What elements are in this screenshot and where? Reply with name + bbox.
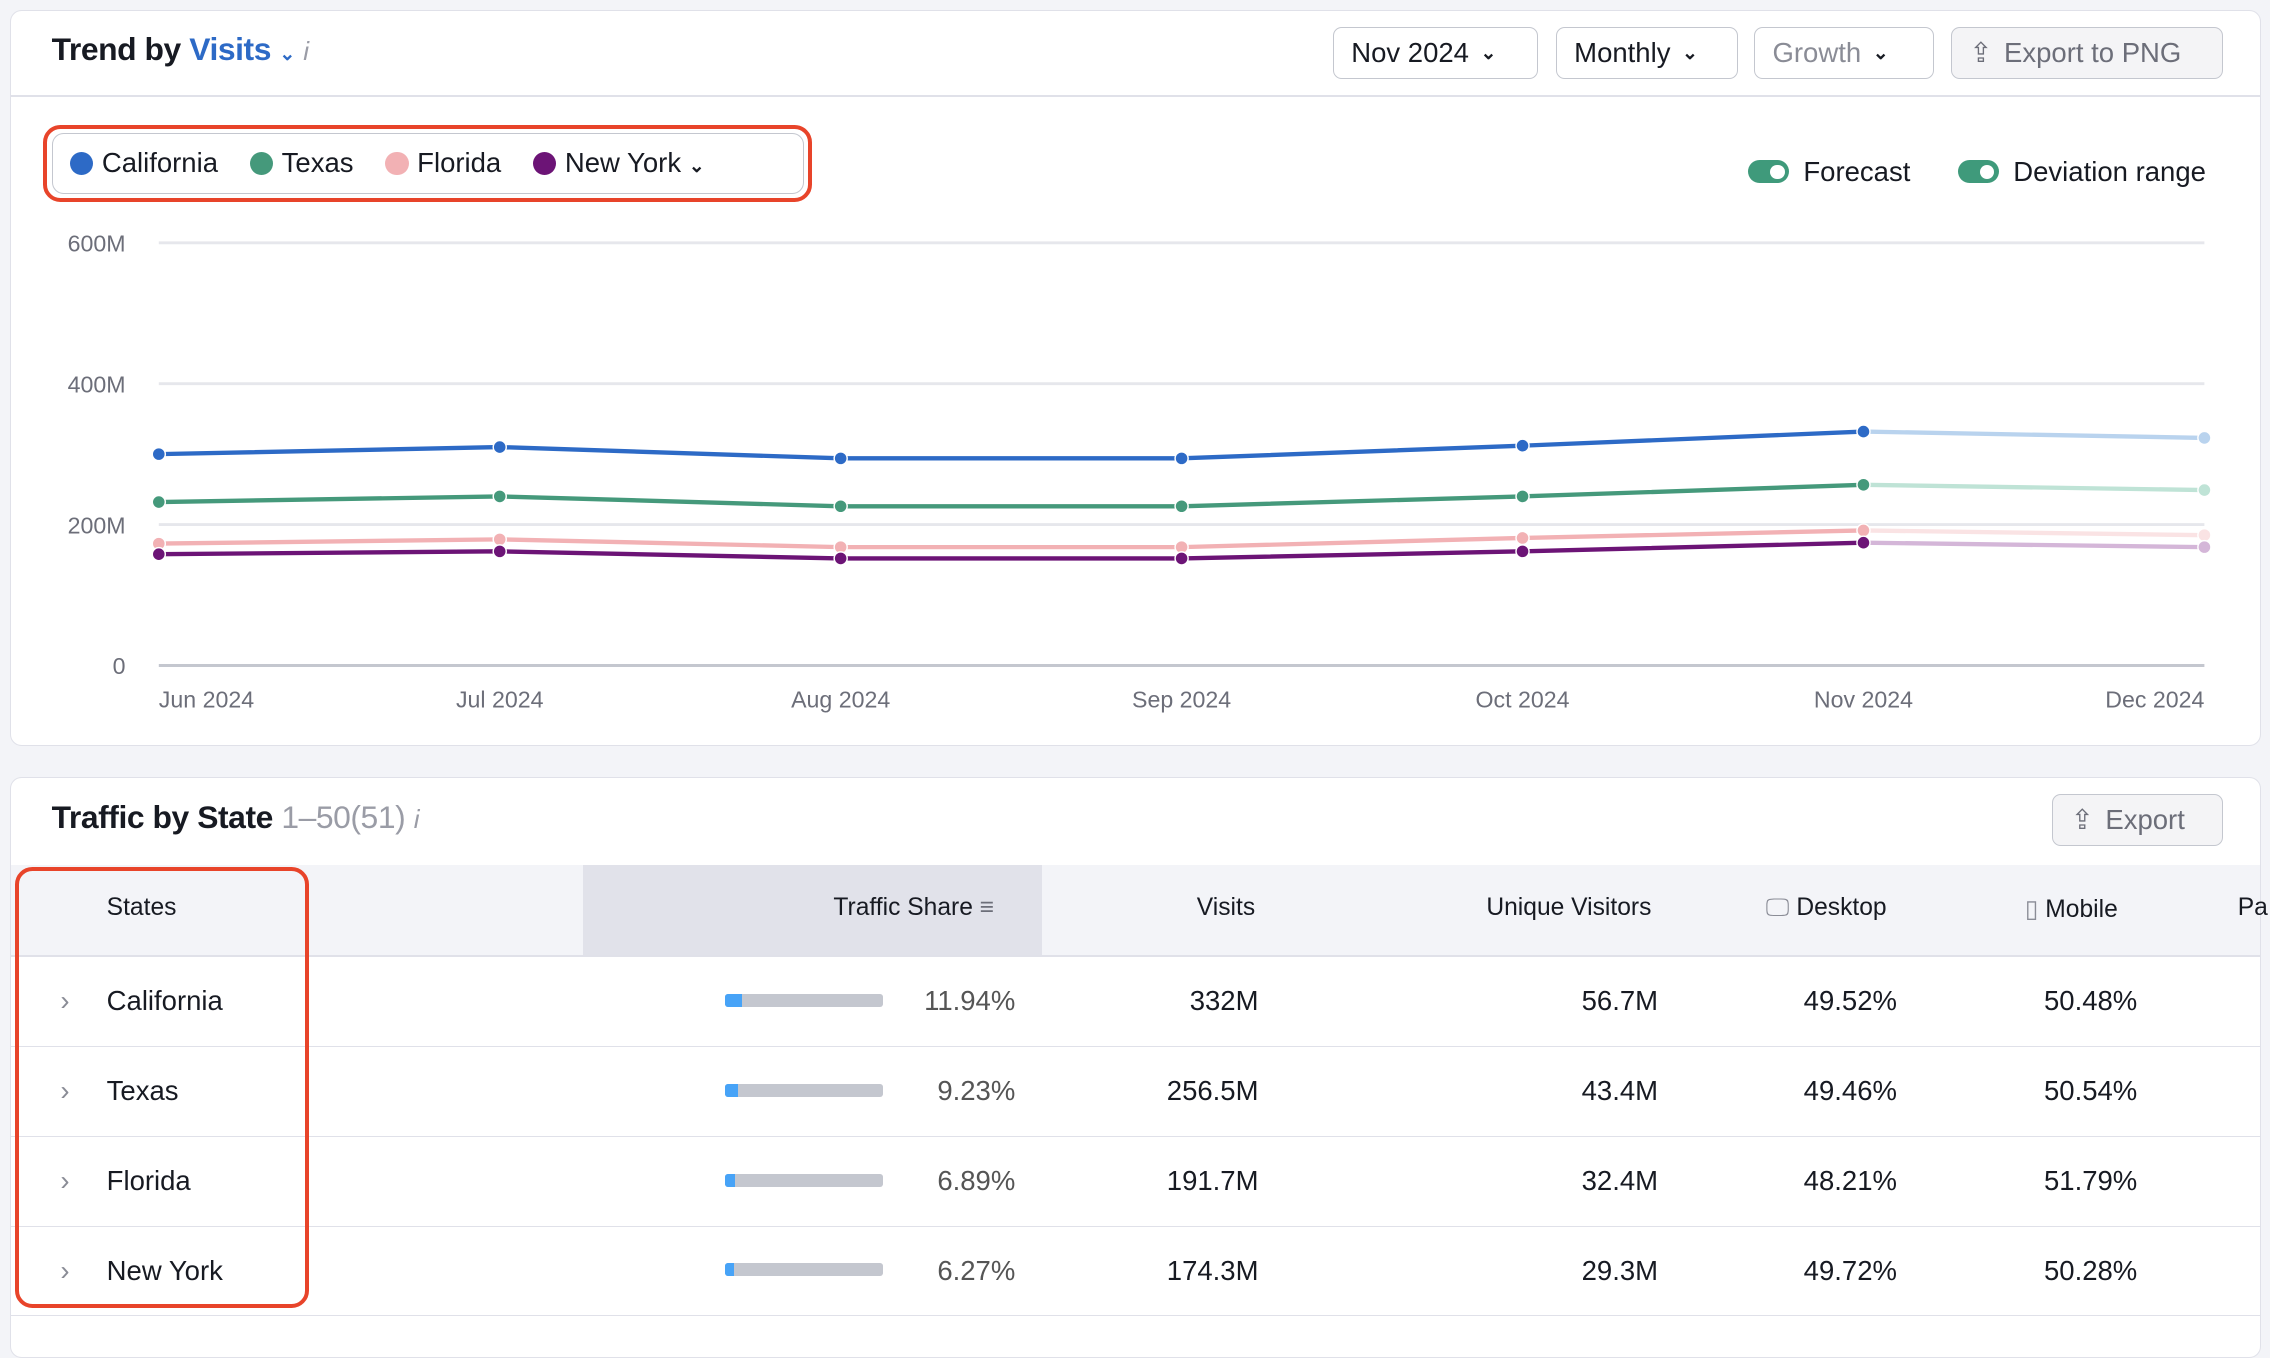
data-point — [2197, 527, 2212, 543]
table-title: Traffic by State 1–50(51) i — [51, 798, 420, 835]
data-point — [1856, 523, 1871, 538]
unique-visitors: 56.7M — [1581, 985, 1659, 1017]
traffic-share-bar — [724, 1263, 883, 1277]
table-header: States Traffic Share ≡ Visits Unique Vis… — [11, 865, 2268, 958]
bar-fill — [724, 1263, 734, 1277]
forecast-line — [1863, 528, 2205, 538]
trend-card: Trend by Visits ⌄ i Nov 2024 ⌄ Monthly ⌄ G… — [10, 10, 2262, 747]
forecast-line — [1863, 429, 2205, 441]
data-point — [1515, 544, 1530, 559]
data-point — [1856, 477, 1871, 493]
data-point — [151, 446, 167, 462]
col-traffic-share[interactable]: Traffic Share ≡ — [833, 894, 994, 922]
x-tick-label: Jun 2024 — [159, 686, 254, 712]
table-row[interactable]: › California 11.94% 332M 56.7M 49.52% 50… — [11, 956, 2261, 1048]
table-row[interactable]: › Florida 6.89% 191.7M 32.4M 48.21% 51.7… — [11, 1136, 2261, 1227]
traffic-card: Traffic by State 1–50(51) i ⇪ Export Stat… — [10, 777, 2268, 1358]
y-tick-label: 200M — [68, 512, 126, 538]
data-point — [833, 551, 848, 566]
data-point — [1515, 489, 1530, 504]
visits: 174.3M — [1166, 1254, 1259, 1286]
upload-icon: ⇪ — [2070, 804, 2094, 836]
table-row[interactable]: › Texas 9.23% 256.5M 43.4M 49.46% 50.54% — [11, 1046, 2261, 1137]
data-point — [151, 494, 167, 510]
trend-chart: 0 200M 400M 600M Jun 2024 Jul 2024 Aug 2024 Sep… — [68, 230, 2212, 712]
data-point — [833, 499, 848, 514]
traffic-share-bar — [724, 1173, 883, 1187]
desktop-share: 48.21% — [1803, 1164, 1897, 1196]
mobile-share: 50.28% — [2043, 1254, 2138, 1286]
desktop-share: 49.52% — [1803, 985, 1897, 1017]
data-point — [1174, 551, 1189, 566]
traffic-share: 11.94% — [924, 985, 1016, 1017]
data-point — [2197, 430, 2212, 446]
unique-visitors: 29.3M — [1581, 1254, 1659, 1286]
traffic-share: 9.23% — [937, 1075, 1016, 1107]
series-line — [158, 482, 1864, 509]
table-row[interactable]: › New York 6.27% 174.3M 29.3M 49.72% 50.… — [11, 1226, 2261, 1317]
y-tick-label: 600M — [68, 230, 126, 256]
traffic-share: 6.27% — [937, 1254, 1016, 1286]
unique-visitors: 43.4M — [1581, 1075, 1659, 1107]
x-tick-label: Jul 2024 — [456, 686, 544, 712]
sort-icon: ≡ — [979, 894, 995, 922]
data-point — [151, 546, 167, 562]
col-visits[interactable]: Visits — [1197, 894, 1255, 922]
series-line — [158, 528, 1864, 550]
export-button[interactable]: ⇪ Export — [2052, 794, 2224, 847]
visits: 256.5M — [1166, 1075, 1259, 1107]
x-tick-label: Aug 2024 — [791, 686, 890, 712]
data-point — [1515, 530, 1530, 546]
mobile-share: 51.79% — [2043, 1164, 2138, 1196]
x-tick-label: Dec 2024 — [2105, 686, 2204, 712]
col-unique-visitors[interactable]: Unique Visitors — [1486, 894, 1651, 922]
data-point — [1515, 438, 1530, 453]
traffic-share-bar — [724, 994, 883, 1008]
mobile-icon: ▯ — [2024, 896, 2039, 924]
desktop-icon: 🖵 — [1765, 894, 1790, 922]
data-point — [1174, 499, 1189, 514]
col-truncated[interactable]: Pa — [2238, 894, 2268, 922]
forecast-line — [1863, 482, 2205, 493]
mobile-share: 50.48% — [2043, 985, 2138, 1017]
bar-fill — [724, 1083, 738, 1097]
bar-fill — [724, 1173, 735, 1187]
data-point — [833, 451, 848, 466]
col-desktop[interactable]: 🖵 Desktop — [1766, 894, 1887, 922]
data-point — [1856, 424, 1871, 439]
unique-visitors: 32.4M — [1581, 1164, 1659, 1196]
forecast-line — [1863, 540, 2205, 550]
highlight-box — [15, 866, 309, 1308]
visits: 191.7M — [1166, 1164, 1259, 1196]
y-tick-label: 400M — [68, 371, 126, 397]
data-point — [1174, 451, 1189, 466]
y-tick-label: 0 — [113, 653, 126, 679]
visits: 332M — [1189, 985, 1259, 1017]
x-tick-label: Oct 2024 — [1476, 686, 1570, 712]
bar-fill — [724, 994, 742, 1008]
traffic-share: 6.89% — [937, 1164, 1016, 1196]
desktop-share: 49.72% — [1803, 1254, 1897, 1286]
data-point — [2197, 539, 2212, 555]
series-line — [158, 429, 1864, 461]
x-tick-label: Nov 2024 — [1814, 686, 1913, 712]
col-mobile[interactable]: ▯ Mobile — [2025, 894, 2118, 924]
data-point — [492, 439, 507, 455]
data-point — [492, 532, 507, 547]
data-point — [492, 544, 507, 559]
x-tick-label: Sep 2024 — [1132, 686, 1231, 712]
desktop-share: 49.46% — [1803, 1075, 1897, 1107]
traffic-share-bar — [724, 1083, 883, 1097]
info-icon[interactable]: i — [414, 804, 420, 834]
data-point — [1856, 535, 1871, 550]
mobile-share: 50.54% — [2043, 1075, 2138, 1107]
data-point — [492, 489, 507, 504]
data-point — [2197, 482, 2212, 498]
